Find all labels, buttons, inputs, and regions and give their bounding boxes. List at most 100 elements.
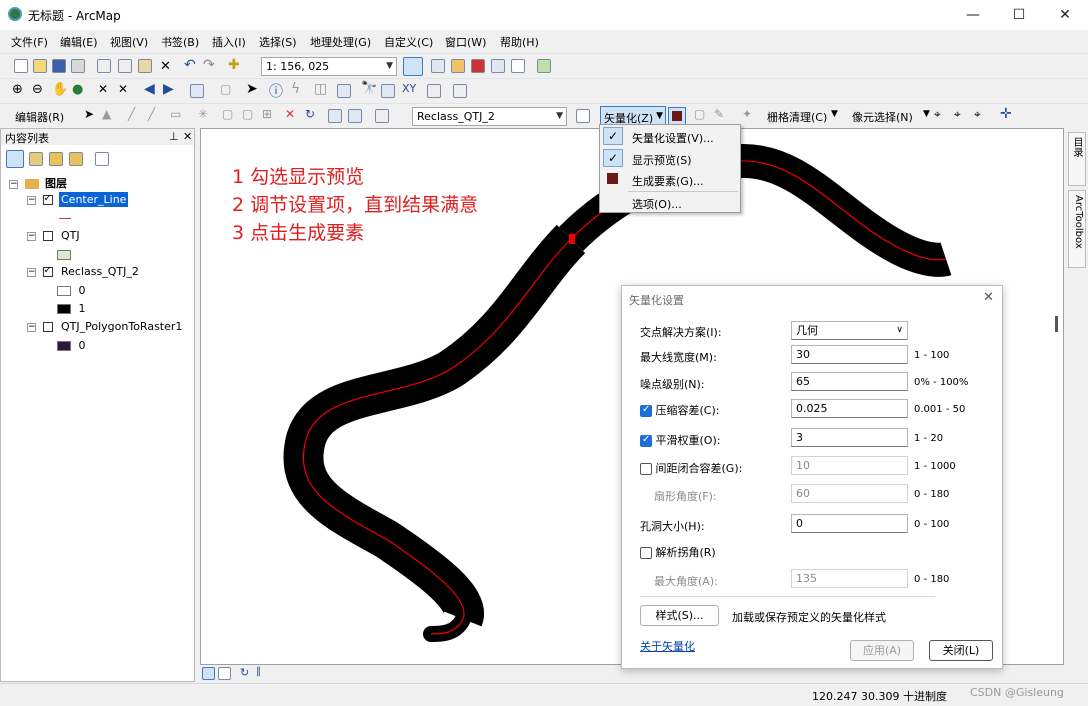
search-window-icon[interactable]: [471, 59, 485, 73]
cell-selection-arrow-icon[interactable]: ▼: [923, 109, 930, 119]
toc-root-row[interactable]: − 图层: [9, 175, 67, 191]
close-button[interactable]: 关闭(L): [929, 640, 993, 661]
split-tool-icon[interactable]: ✕: [285, 107, 295, 121]
collapse-icon[interactable]: −: [27, 267, 36, 277]
intersection-select[interactable]: 几何 ∨: [791, 321, 908, 340]
layer-checkbox[interactable]: [42, 322, 53, 332]
max-width-input[interactable]: 30: [791, 345, 908, 364]
select-features-icon[interactable]: [190, 84, 204, 98]
measure-icon[interactable]: [337, 84, 351, 98]
collapse-icon[interactable]: −: [9, 179, 18, 189]
layer-checkbox[interactable]: [42, 193, 53, 205]
toc-options-icon[interactable]: [95, 152, 109, 166]
find-icon[interactable]: 🔭: [361, 81, 377, 96]
menu-help[interactable]: 帮助(H): [500, 34, 539, 50]
collapse-icon[interactable]: −: [27, 195, 36, 205]
about-vectorization-link[interactable]: 关于矢量化: [640, 638, 695, 654]
pin-icon[interactable]: ⊥: [169, 130, 179, 143]
menu-selection[interactable]: 选择(S): [259, 34, 297, 50]
select-elements-icon[interactable]: ➤: [246, 81, 258, 97]
toc-layer-qtj[interactable]: − QTJ: [27, 229, 80, 242]
zoom-out-icon[interactable]: ⊖: [32, 82, 43, 97]
close-window-button[interactable]: ✕: [1042, 0, 1088, 30]
go-to-xy-icon[interactable]: XY: [402, 82, 416, 95]
apply-button[interactable]: 应用(A): [850, 640, 914, 661]
menu-options[interactable]: 选项(O)...: [600, 192, 740, 213]
list-by-selection-icon[interactable]: [69, 152, 83, 166]
trace-raster-icon[interactable]: ▢: [694, 107, 705, 121]
trace-icon[interactable]: ▭: [170, 107, 181, 121]
menu-show-preview[interactable]: ✓ 显示预览(S): [600, 148, 740, 169]
undo-icon[interactable]: ↶: [184, 57, 196, 73]
arctoolbox-tab[interactable]: ArcToolbox: [1068, 190, 1086, 268]
menu-file[interactable]: 文件(F): [11, 34, 48, 50]
gap-input[interactable]: 10: [791, 456, 908, 475]
zoom-in-icon[interactable]: ⊕: [12, 82, 23, 97]
open-folder-icon[interactable]: [33, 59, 47, 73]
save-icon[interactable]: [52, 59, 66, 73]
toc-layer-center-line[interactable]: − Center_Line: [27, 192, 129, 207]
dialog-close-icon[interactable]: ✕: [983, 290, 994, 305]
collapse-icon[interactable]: −: [27, 231, 36, 241]
data-view-icon[interactable]: [202, 667, 215, 680]
edit-tool-icon[interactable]: ➤: [84, 107, 94, 121]
toc-close-icon[interactable]: ✕: [183, 130, 192, 143]
maximize-button[interactable]: ☐: [996, 0, 1042, 30]
menu-vectorize-settings[interactable]: ✓ 矢量化设置(V)...: [600, 126, 740, 147]
layer-checkbox[interactable]: [42, 231, 53, 241]
copy-icon[interactable]: [118, 59, 132, 73]
center-cross-icon[interactable]: ✛: [1000, 106, 1012, 122]
style-button[interactable]: 样式(S)...: [640, 605, 719, 626]
attributes-icon[interactable]: [328, 109, 342, 123]
cut-icon[interactable]: [97, 59, 111, 73]
vectorize-menu[interactable]: 矢量化(Z) ▼: [600, 106, 666, 126]
minimize-button[interactable]: —: [950, 0, 996, 30]
find-route-icon[interactable]: [381, 84, 395, 98]
menu-edit[interactable]: 编辑(E): [60, 34, 98, 50]
rotate-icon[interactable]: ↻: [305, 107, 315, 121]
corners-checkbox[interactable]: [640, 547, 652, 559]
splitter-handle[interactable]: [1055, 316, 1058, 332]
layer-name[interactable]: Center_Line: [59, 192, 129, 207]
editor-toolbar-icon[interactable]: [403, 57, 423, 76]
layer-name[interactable]: QTJ_PolygonToRaster1: [61, 320, 182, 333]
clear-selection-icon[interactable]: ▢: [220, 82, 231, 96]
fan-input[interactable]: 60: [791, 484, 908, 503]
pan-icon[interactable]: ✋: [52, 82, 68, 97]
compression-input[interactable]: 0.025: [791, 399, 908, 418]
paste-icon[interactable]: [138, 59, 152, 73]
fixed-zoom-out-icon[interactable]: ✕: [118, 82, 128, 96]
interactive-select-icon[interactable]: ⌖: [954, 107, 961, 122]
reshape-icon[interactable]: ▢: [242, 107, 253, 121]
target-raster-combo[interactable]: Reclass_QTJ_2 ▼: [412, 107, 567, 126]
menu-bookmarks[interactable]: 书签(B): [161, 34, 199, 50]
new-document-icon[interactable]: [14, 59, 28, 73]
gap-checkbox[interactable]: [640, 463, 652, 475]
cell-selection-menu[interactable]: 像元选择(N): [852, 109, 913, 125]
layer-checkbox[interactable]: [42, 265, 53, 277]
list-by-visibility-icon[interactable]: [49, 152, 63, 166]
select-connected-cells-icon[interactable]: ⌖: [934, 107, 941, 122]
model-builder-icon[interactable]: [537, 59, 551, 73]
editor-menu[interactable]: 编辑器(R): [15, 109, 64, 125]
layout-view-icon[interactable]: [218, 667, 231, 680]
toc-window-icon[interactable]: [431, 59, 445, 73]
identify-icon[interactable]: ⓘ: [269, 81, 283, 101]
menu-generate-features[interactable]: 生成要素(G)...: [600, 169, 740, 190]
arctoolbox-icon[interactable]: [491, 59, 505, 73]
fixed-zoom-in-icon[interactable]: ✕: [98, 82, 108, 96]
smoothing-checkbox[interactable]: [640, 434, 652, 447]
menu-customize[interactable]: 自定义(C): [384, 34, 433, 50]
raster-painting-icon[interactable]: [576, 109, 590, 123]
python-window-icon[interactable]: [511, 59, 525, 73]
layer-name[interactable]: QTJ: [61, 229, 80, 242]
cut-polygons-icon[interactable]: ⊞: [262, 107, 272, 121]
add-selection-icon[interactable]: ⌖: [974, 107, 981, 122]
menu-geoprocessing[interactable]: 地理处理(G): [310, 34, 371, 50]
raster-cleanup-menu[interactable]: 栅格清理(C): [767, 109, 827, 125]
raster-cleanup-arrow-icon[interactable]: ▼: [831, 109, 838, 119]
generate-features-icon[interactable]: [668, 107, 686, 125]
hole-input[interactable]: 0: [791, 514, 908, 533]
sketch-properties-icon[interactable]: [348, 109, 362, 123]
create-viewer-window-icon[interactable]: [453, 84, 467, 98]
